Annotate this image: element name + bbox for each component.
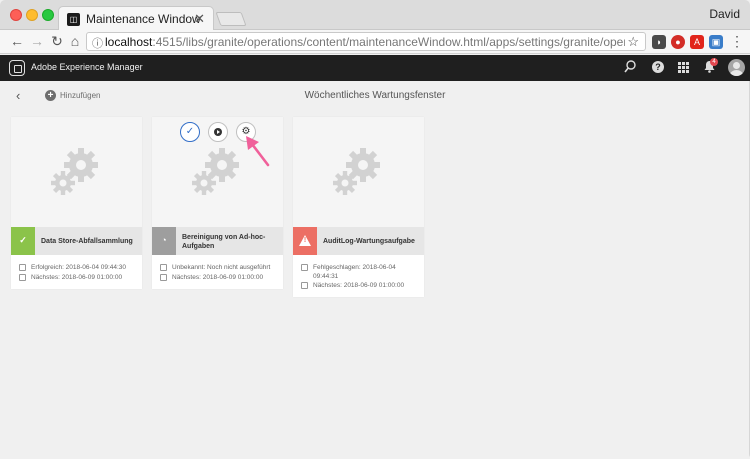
warning-exclamation: ! bbox=[303, 237, 307, 244]
card-title-band: ! AuditLog-Wartungsaufgabe bbox=[293, 227, 424, 255]
card-meta: Unbekannt: Noch nicht ausgeführt Nächste… bbox=[152, 255, 283, 289]
last-run-row: Unbekannt: Noch nicht ausgeführt bbox=[160, 263, 275, 273]
calendar-icon bbox=[301, 282, 308, 289]
address-bar[interactable]: ⓘ localhost:4515/libs/granite/operations… bbox=[86, 32, 646, 51]
card-title-band: ◔ Bereinigung von Ad-hoc-Aufgaben bbox=[152, 227, 283, 255]
minimize-window-button[interactable] bbox=[26, 9, 38, 21]
zoom-window-button[interactable] bbox=[42, 9, 54, 21]
tab-strip: ◫ Maintenance Window ✕ David bbox=[0, 0, 750, 31]
next-run-row: Nächstes: 2018-06-09 01:00:00 bbox=[19, 273, 134, 283]
next-run-text: Nächstes: 2018-06-09 01:00:00 bbox=[313, 282, 405, 289]
page-title: Wöchentliches Wartungsfenster bbox=[304, 90, 446, 101]
status-unknown-indicator: ◔ bbox=[152, 227, 176, 255]
adobe-extension-icon[interactable]: A bbox=[690, 35, 704, 49]
card-title-band: ✓ Data Store-Abfallsammlung bbox=[11, 227, 142, 255]
browser-menu-icon[interactable]: ⋮ bbox=[728, 32, 746, 50]
new-tab-button[interactable] bbox=[215, 12, 247, 26]
maintenance-task-card[interactable]: ! AuditLog-Wartungsaufgabe Fehlgeschlage… bbox=[293, 117, 424, 297]
lastpass-extension-icon[interactable]: ● bbox=[671, 35, 685, 49]
notification-count-badge: 4 bbox=[710, 58, 718, 66]
profile-name[interactable]: David bbox=[709, 7, 740, 21]
gears-icon bbox=[333, 148, 380, 195]
last-run-row: Erfolgreich: 2018-06-04 09:44:30 bbox=[19, 263, 134, 273]
select-quick-action-button[interactable]: ✓ bbox=[180, 122, 200, 142]
run-quick-action-button[interactable] bbox=[208, 122, 228, 142]
next-run-text: Nächstes: 2018-06-09 01:00:00 bbox=[31, 274, 123, 281]
card-meta: Erfolgreich: 2018-06-04 09:44:30 Nächste… bbox=[11, 255, 142, 289]
next-run-row: Nächstes: 2018-06-09 01:00:00 bbox=[301, 281, 416, 291]
forward-button[interactable]: → bbox=[28, 32, 46, 50]
gears-icon bbox=[192, 148, 239, 195]
card-title: Bereinigung von Ad-hoc-Aufgaben bbox=[182, 234, 266, 250]
aem-favicon-icon: ◫ bbox=[67, 13, 80, 26]
home-button[interactable]: ⌂ bbox=[66, 32, 84, 50]
url-host: localhost bbox=[105, 35, 153, 49]
calendar-icon bbox=[160, 274, 167, 281]
reload-button[interactable]: ↻ bbox=[48, 32, 66, 50]
aem-logo-icon[interactable] bbox=[9, 60, 25, 76]
maintenance-task-card[interactable]: ✓ Data Store-Abfallsammlung Erfolgreich:… bbox=[11, 117, 142, 289]
calendar-icon bbox=[19, 264, 26, 271]
browser-toolbar: ← → ↻ ⌂ ⓘ localhost:4515/libs/granite/op… bbox=[0, 30, 750, 54]
last-run-row: Fehlgeschlagen: 2018-06-04 09:44:31 bbox=[301, 263, 397, 281]
card-thumbnail: ✓ ⚙ bbox=[152, 117, 283, 227]
tab-maintenance-window[interactable]: ◫ Maintenance Window ✕ bbox=[58, 6, 214, 31]
status-failed-indicator: ! bbox=[293, 227, 317, 255]
calendar-icon bbox=[301, 264, 308, 271]
solutions-grid-icon[interactable] bbox=[678, 62, 689, 73]
pocket-extension-icon[interactable]: ◗ bbox=[652, 35, 666, 49]
gears-icon bbox=[51, 148, 98, 195]
calendar-icon bbox=[160, 264, 167, 271]
maintenance-task-card[interactable]: ✓ ⚙ ◔ Bereinigung von Ad-hoc-Aufgaben Un… bbox=[152, 117, 283, 289]
close-window-button[interactable] bbox=[10, 9, 22, 21]
checkmark-icon: ✓ bbox=[185, 126, 195, 137]
checkmark-circle-icon: ✓ bbox=[19, 235, 27, 245]
next-run-text: Nächstes: 2018-06-09 01:00:00 bbox=[172, 274, 264, 281]
user-avatar[interactable] bbox=[728, 59, 745, 76]
card-thumbnail bbox=[11, 117, 142, 227]
product-name[interactable]: Adobe Experience Manager bbox=[31, 62, 143, 72]
annotation-arrow bbox=[246, 136, 270, 167]
next-run-row: Nächstes: 2018-06-09 01:00:00 bbox=[160, 273, 275, 283]
last-run-text: Unbekannt: Noch nicht ausgeführt bbox=[172, 264, 271, 271]
url-text[interactable]: localhost:4515/libs/granite/operations/c… bbox=[105, 35, 625, 49]
url-path: :4515/libs/granite/operations/content/ma… bbox=[152, 35, 625, 49]
unknown-status-icon: ◔ bbox=[161, 235, 167, 245]
card-title: Data Store-Abfallsammlung bbox=[41, 238, 133, 245]
card-title: AuditLog-Wartungsaufgabe bbox=[323, 238, 415, 245]
bookmark-star-icon[interactable]: ☆ bbox=[627, 34, 639, 50]
tab-title: Maintenance Window bbox=[86, 12, 201, 26]
calendar-icon bbox=[19, 274, 26, 281]
card-thumbnail bbox=[293, 117, 424, 227]
status-success-indicator: ✓ bbox=[11, 227, 35, 255]
screenshot-extension-icon[interactable]: ▣ bbox=[709, 35, 723, 49]
browser-window: ◫ Maintenance Window ✕ David ← → ↻ ⌂ ⓘ l… bbox=[0, 0, 750, 459]
action-bar: ‹ + Hinzufügen Wöchentliches Wartungsfen… bbox=[0, 81, 750, 111]
tab-close-icon[interactable]: ✕ bbox=[194, 11, 205, 27]
last-run-text: Fehlgeschlagen: 2018-06-04 09:44:31 bbox=[313, 264, 396, 280]
back-button[interactable]: ← bbox=[8, 32, 26, 50]
play-icon bbox=[214, 128, 222, 136]
help-icon[interactable]: ? bbox=[652, 61, 664, 73]
aem-header: Adobe Experience Manager ? 4 bbox=[0, 55, 750, 81]
card-meta: Fehlgeschlagen: 2018-06-04 09:44:31 Näch… bbox=[293, 255, 424, 297]
search-icon[interactable] bbox=[624, 60, 636, 77]
info-icon[interactable]: ⓘ bbox=[92, 35, 103, 51]
last-run-text: Erfolgreich: 2018-06-04 09:44:30 bbox=[31, 264, 127, 271]
